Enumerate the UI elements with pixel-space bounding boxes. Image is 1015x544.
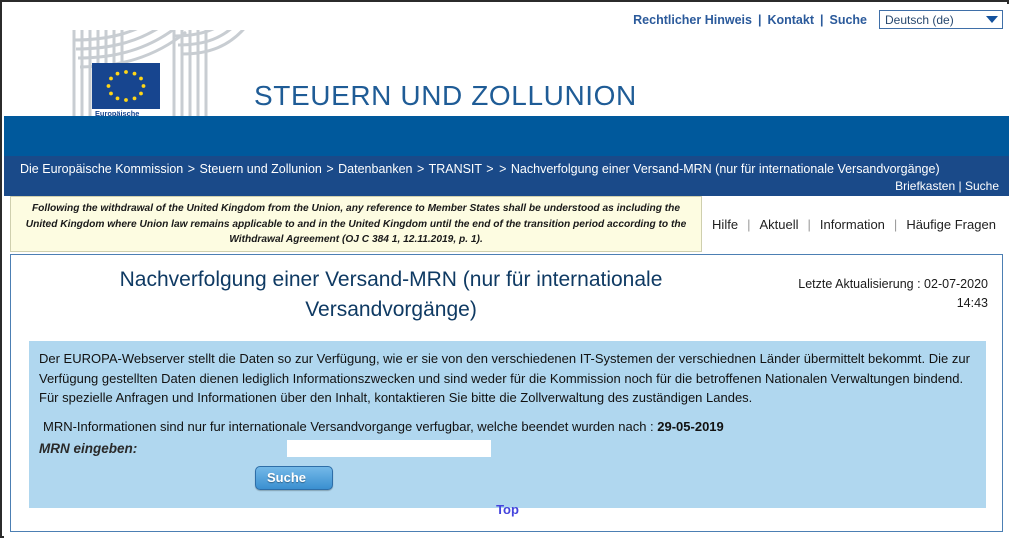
band-right-separator: | [958,179,962,193]
mailbox-link[interactable]: Briefkasten [895,179,955,193]
content-frame: Nachverfolgung einer Versand-MRN (nur fü… [10,254,1003,532]
breadcrumb-item-current: Nachverfolgung einer Versand-MRN (nur fü… [510,162,940,176]
mrn-note-date: 29-05-2019 [657,418,724,434]
breadcrumb-separator-3: > [417,162,425,176]
last-update-time: 14:43 [956,296,988,310]
menu-separator-2: | [807,216,811,232]
breadcrumb-item-commission[interactable]: Die Europäische Kommission [20,162,183,176]
disclaimer-text: Der EUROPA-Webserver stellt die Daten so… [39,351,970,405]
breadcrumb-separator-5: > [499,162,507,176]
breadcrumb-item-transit[interactable]: TRANSIT [429,162,482,176]
mrn-input-label: MRN eingeben: [39,440,138,456]
brexit-notice: Following the withdrawal of the United K… [10,196,702,252]
eu-caption-line1: Europäische [95,109,140,116]
menu-separator-3: | [893,216,898,232]
masthead: Europäische Kommission STEUERN UND ZOLLU… [4,4,1009,116]
breadcrumb-separator-1: > [187,162,196,176]
header-band-light [4,116,1009,156]
page-body: Europäische Kommission STEUERN UND ZOLLU… [4,4,1009,538]
legal-notice-link[interactable]: Rechtlicher Hinweis [633,13,752,27]
notice-row: Following the withdrawal of the United K… [4,196,1009,254]
menu-item-aktuell[interactable]: Aktuell [759,217,798,232]
breadcrumb: Die Europäische Kommission > Steuern und… [20,162,940,176]
menu-separator-1: | [747,216,751,232]
section-menu: Hilfe | Aktuell | Information | Häufige … [704,196,1004,252]
search-link[interactable]: Suche [829,13,867,27]
breadcrumb-item-databases[interactable]: Datenbanken [338,162,412,176]
menu-item-information[interactable]: Information [820,217,885,232]
breadcrumb-item-taxation[interactable]: Steuern und Zollunion [200,162,322,176]
utility-bar: Rechtlicher Hinweis | Kontakt | Suche De… [633,10,1003,29]
utility-separator-1: | [757,12,762,27]
band-search-link[interactable]: Suche [965,179,999,193]
mrn-availability-note: MRN-Informationen sind nur fur internati… [43,418,976,436]
eu-emblem-caption: Europäische Kommission [92,109,160,116]
utility-separator-2: | [819,12,824,27]
band-right-links: Briefkasten | Suche [895,179,999,193]
chevron-down-icon [986,16,998,23]
breadcrumb-separator-2: > [326,162,334,176]
language-select-value: Deutsch (de) [885,12,954,27]
page-title: Nachverfolgung einer Versand-MRN (nur fü… [119,268,663,321]
last-update: Letzte Aktualisierung : 02-07-2020 14:43 [738,275,988,313]
browser-screenshot: Europäische Kommission STEUERN UND ZOLLU… [0,0,1015,544]
eu-flag-emblem [92,63,160,109]
menu-item-haeufige-fragen[interactable]: Häufige Fragen [906,217,996,232]
menu-item-hilfe[interactable]: Hilfe [712,217,738,232]
mrn-note-text: MRN-Informationen sind nur fur internati… [43,418,658,434]
window-shadow [6,538,1015,544]
site-title: STEUERN UND ZOLLUNION [254,80,637,111]
contact-link[interactable]: Kontakt [767,13,814,27]
language-select[interactable]: Deutsch (de) [879,10,1003,29]
mrn-input[interactable] [287,439,491,457]
last-update-date: Letzte Aktualisierung : 02-07-2020 [798,277,988,291]
mrn-input-row: MRN eingeben: [39,439,976,457]
search-button[interactable]: Suche [255,465,333,490]
top-link-wrap: Top [11,501,1004,519]
back-to-top-link[interactable]: Top [496,502,519,517]
window-frame: Europäische Kommission STEUERN UND ZOLLU… [0,0,1009,538]
breadcrumb-separator-4: > [486,162,494,176]
search-button-row: Suche [39,465,976,490]
search-panel: Der EUROPA-Webserver stellt die Daten so… [29,341,986,508]
